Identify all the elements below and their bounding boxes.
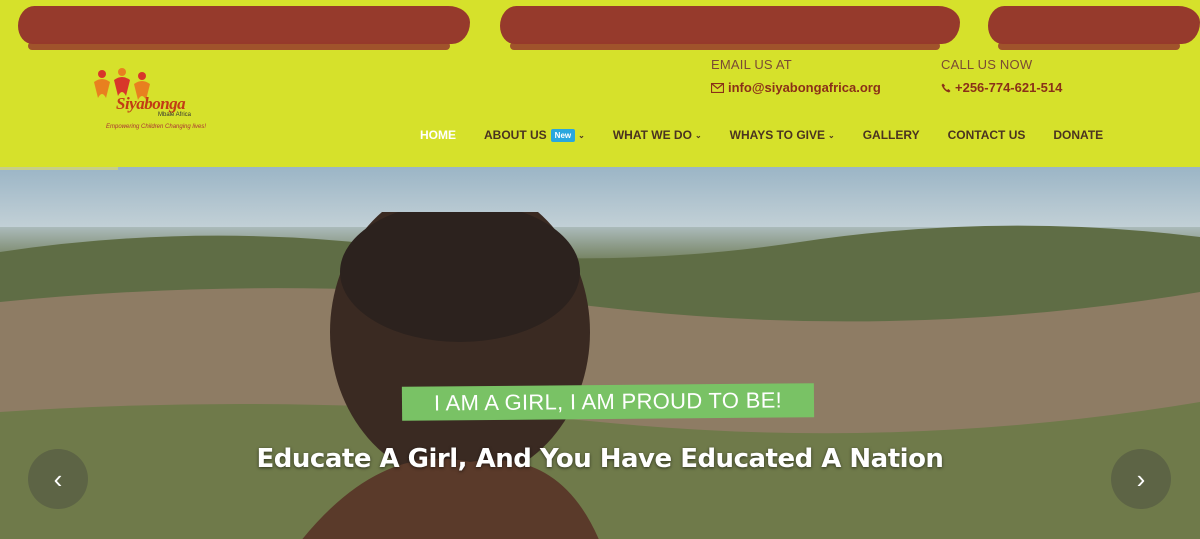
nav-ways-to-give-label: WHAYS TO GIVE: [729, 128, 825, 142]
nav-home-label: HOME: [420, 128, 456, 142]
nav-donate[interactable]: DONATE: [1053, 128, 1103, 142]
nav-about-us[interactable]: ABOUT US New ⌄: [484, 128, 585, 142]
nav-gallery[interactable]: GALLERY: [863, 128, 920, 142]
phone-label: CALL US NOW: [941, 57, 1033, 72]
nav-what-we-do[interactable]: WHAT WE DO ⌄: [613, 128, 702, 142]
logo-wordmark: Siyabonga: [116, 94, 186, 113]
chevron-down-icon: ⌄: [828, 130, 835, 140]
hero-background-image: [0, 212, 1200, 539]
nav-donate-label: DONATE: [1053, 128, 1104, 142]
logo-tagline: Empowering Children Changing lives!: [106, 124, 207, 130]
slider-next-button[interactable]: ›: [1111, 449, 1171, 509]
logo-subtitle: Mbale Africa: [158, 112, 192, 118]
new-badge: New: [550, 128, 576, 142]
nav-what-we-do-label: WHAT WE DO: [612, 128, 692, 142]
brush-stroke-decoration: [18, 6, 470, 50]
main-navigation: HOME ABOUT US New ⌄ WHAT WE DO ⌄ WHAYS T…: [420, 128, 1131, 142]
nav-home[interactable]: HOME: [420, 128, 456, 142]
slider-progress-bar: [0, 167, 118, 170]
email-label: EMAIL US AT: [711, 57, 792, 72]
nav-contact-label: CONTACT US: [947, 128, 1026, 142]
nav-gallery-label: GALLERY: [862, 128, 920, 142]
chevron-right-icon: ›: [1136, 463, 1146, 494]
nav-ways-to-give[interactable]: WHAYS TO GIVE ⌄: [730, 128, 835, 142]
nav-contact-us[interactable]: CONTACT US: [948, 128, 1026, 142]
hero-subheadline: Educate A Girl, And You Have Educated A …: [256, 444, 944, 474]
phone-contact-block: CALL US NOW +256-774-621-514: [941, 57, 1062, 95]
site-logo[interactable]: Siyabonga Mbale Africa Empowering Childr…: [92, 68, 222, 136]
phone-link[interactable]: +256-774-621-514: [955, 80, 1062, 95]
email-contact-block: EMAIL US AT info@siyabongafrica.org: [711, 57, 881, 95]
chevron-down-icon: ⌄: [578, 130, 585, 140]
email-link[interactable]: info@siyabongafrica.org: [728, 80, 881, 95]
brush-stroke-decoration: [500, 6, 960, 50]
slider-prev-button[interactable]: ‹: [28, 449, 88, 509]
chevron-down-icon: ⌄: [694, 130, 702, 140]
hero-slider: I AM A GIRL, I AM PROUD TO BE! Educate A…: [0, 167, 1200, 539]
chevron-left-icon: ‹: [53, 463, 63, 494]
hero-headline: I AM A GIRL, I AM PROUD TO BE!: [401, 383, 815, 421]
site-header: Siyabonga Mbale Africa Empowering Childr…: [0, 0, 1200, 167]
nav-about-label: ABOUT US: [484, 128, 547, 142]
brush-stroke-decoration: [988, 6, 1200, 50]
phone-icon: [941, 83, 951, 92]
envelope-icon: [711, 82, 724, 93]
